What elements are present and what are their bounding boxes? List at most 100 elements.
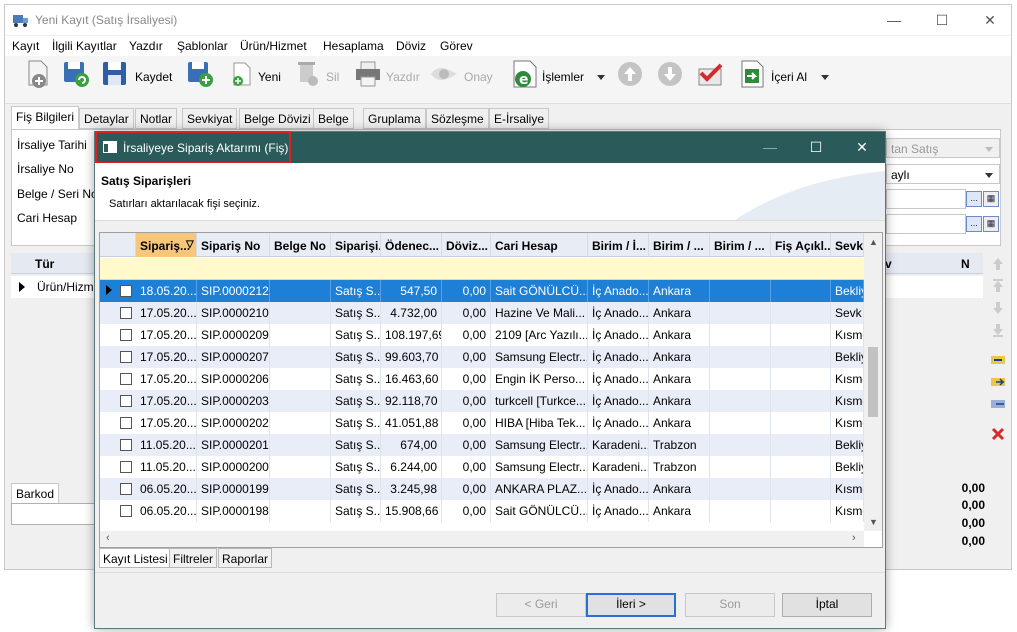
move-bottom-icon[interactable] bbox=[990, 322, 1006, 338]
table-cell[interactable]: Satış S... bbox=[331, 412, 381, 434]
table-cell[interactable] bbox=[771, 500, 831, 522]
table-cell[interactable] bbox=[270, 500, 331, 522]
table-cell[interactable]: Ankara bbox=[649, 324, 710, 346]
tab-filtreler[interactable]: Filtreler bbox=[169, 548, 218, 568]
arrow-down-icon[interactable] bbox=[655, 59, 685, 89]
table-cell[interactable]: 17.05.20... bbox=[136, 412, 197, 434]
menu-ilgili-kayitlar[interactable]: İlgili Kayıtlar bbox=[52, 39, 117, 53]
calendar-icon[interactable]: ▦ bbox=[983, 191, 999, 207]
add-doc-icon[interactable] bbox=[23, 59, 53, 89]
table-cell[interactable]: Kısme bbox=[831, 478, 864, 500]
col-sevk[interactable]: Sevk bbox=[831, 233, 864, 257]
table-cell[interactable]: 0,00 bbox=[442, 434, 491, 456]
save-add-icon[interactable] bbox=[185, 59, 215, 89]
table-cell[interactable]: Satış S... bbox=[331, 390, 381, 412]
col-siparis-turu[interactable]: Siparişi... bbox=[331, 233, 381, 257]
kaydet-label[interactable]: Kaydet bbox=[135, 70, 172, 84]
table-cell[interactable]: 06.05.20... bbox=[136, 478, 197, 500]
table-cell[interactable]: SIP.0000200 bbox=[197, 456, 270, 478]
islemler-label[interactable]: İşlemler bbox=[542, 70, 584, 84]
detail-row-type[interactable]: Ürün/Hizm bbox=[37, 280, 94, 294]
e-document-icon[interactable]: e bbox=[510, 59, 540, 89]
table-cell[interactable]: Satış S... bbox=[331, 456, 381, 478]
menu-kayit[interactable]: Kayıt bbox=[12, 39, 39, 53]
scroll-right-icon[interactable]: › bbox=[852, 532, 856, 544]
table-row[interactable]: 17.05.20... SIP.0000206 Satış S... 16.463,6… bbox=[100, 368, 864, 390]
table-cell[interactable] bbox=[771, 324, 831, 346]
tab-fis-bilgileri[interactable]: Fiş Bilgileri bbox=[11, 106, 80, 129]
minimize-button[interactable]: — bbox=[871, 5, 917, 35]
orders-vertical-scrollbar[interactable]: ▲ ▼ bbox=[864, 233, 882, 531]
next-button[interactable]: İleri > bbox=[586, 593, 676, 617]
table-cell[interactable] bbox=[771, 368, 831, 390]
table-cell[interactable]: 547,50 bbox=[381, 280, 442, 302]
col-birim-1[interactable]: Birim / İ... bbox=[588, 233, 649, 257]
table-cell[interactable]: SIP.0000206 bbox=[197, 368, 270, 390]
table-cell[interactable]: 0,00 bbox=[442, 280, 491, 302]
table-cell[interactable]: Satış S... bbox=[331, 302, 381, 324]
tab-kayit-listesi[interactable]: Kayıt Listesi bbox=[99, 548, 172, 568]
islemler-dropdown-icon[interactable] bbox=[597, 75, 605, 80]
table-cell[interactable] bbox=[710, 434, 771, 456]
dialog-maximize-button[interactable]: ☐ bbox=[793, 132, 839, 163]
table-cell[interactable] bbox=[710, 368, 771, 390]
table-cell[interactable]: Samsung Electr... bbox=[491, 434, 588, 456]
close-button[interactable]: ✕ bbox=[967, 5, 1011, 35]
col-siparis-no[interactable]: Sipariş No bbox=[197, 233, 270, 257]
table-cell[interactable]: Samsung Electr... bbox=[491, 346, 588, 368]
table-cell[interactable]: SIP.0000212 bbox=[197, 280, 270, 302]
table-row[interactable]: 11.05.20... SIP.0000201 Satış S... 674,00 0,… bbox=[100, 434, 864, 456]
table-row[interactable]: 18.05.20... SIP.0000212 Satış S... 547,50 0,… bbox=[100, 280, 864, 302]
table-cell[interactable]: SIP.0000210 bbox=[197, 302, 270, 324]
col-belge-no[interactable]: Belge No bbox=[270, 233, 331, 257]
row-checkbox[interactable] bbox=[120, 285, 132, 297]
new-doc-icon[interactable] bbox=[227, 59, 257, 89]
table-cell[interactable]: SIP.0000203 bbox=[197, 390, 270, 412]
table-cell[interactable]: SIP.0000202 bbox=[197, 412, 270, 434]
n-column-header[interactable]: N bbox=[961, 257, 970, 271]
ellipsis-button[interactable]: ... bbox=[966, 191, 982, 207]
payment-type-select[interactable]: aylı bbox=[886, 164, 1000, 184]
maximize-button[interactable]: ☐ bbox=[919, 5, 965, 35]
table-cell[interactable]: 108.197,69 bbox=[381, 324, 442, 346]
table-cell[interactable]: 06.05.20... bbox=[136, 500, 197, 522]
scroll-down-icon[interactable]: ▼ bbox=[869, 517, 878, 527]
table-cell[interactable]: Ankara bbox=[649, 390, 710, 412]
table-cell[interactable]: Kısme bbox=[831, 412, 864, 434]
table-cell[interactable] bbox=[771, 412, 831, 434]
move-up-icon[interactable] bbox=[990, 256, 1006, 272]
move-down-icon[interactable] bbox=[990, 300, 1006, 316]
table-cell[interactable]: İç Anado... bbox=[588, 346, 649, 368]
table-cell[interactable]: Bekliy bbox=[831, 434, 864, 456]
menu-doviz[interactable]: Döviz bbox=[396, 39, 426, 53]
table-cell[interactable] bbox=[771, 280, 831, 302]
insert-row-icon[interactable] bbox=[990, 352, 1006, 368]
dialog-close-button[interactable]: ✕ bbox=[839, 132, 885, 163]
table-cell[interactable]: Satış S... bbox=[331, 478, 381, 500]
table-cell[interactable]: Bekliy bbox=[831, 346, 864, 368]
table-cell[interactable] bbox=[771, 456, 831, 478]
table-cell[interactable]: 15.908,66 bbox=[381, 500, 442, 522]
table-cell[interactable] bbox=[270, 412, 331, 434]
table-cell[interactable] bbox=[270, 390, 331, 412]
table-cell[interactable] bbox=[710, 500, 771, 522]
tab-e-irsaliye[interactable]: E-İrsaliye bbox=[489, 108, 550, 129]
table-cell[interactable]: ANKARA PLAZ... bbox=[491, 478, 588, 500]
table-cell[interactable]: Sevk C bbox=[831, 302, 864, 324]
menu-sablonlar[interactable]: Şablonlar bbox=[177, 39, 228, 53]
scroll-up-icon[interactable]: ▲ bbox=[869, 237, 878, 247]
v-column-header[interactable]: v bbox=[885, 257, 892, 271]
table-cell[interactable]: İç Anado... bbox=[588, 324, 649, 346]
table-cell[interactable]: Trabzon bbox=[649, 456, 710, 478]
table-cell[interactable]: 99.603,70 bbox=[381, 346, 442, 368]
table-cell[interactable]: 0,00 bbox=[442, 478, 491, 500]
table-cell[interactable] bbox=[270, 434, 331, 456]
menu-yazdir[interactable]: Yazdır bbox=[129, 39, 163, 53]
table-cell[interactable]: HIBA [Hiba Tek... bbox=[491, 412, 588, 434]
table-cell[interactable]: 17.05.20... bbox=[136, 390, 197, 412]
table-cell[interactable]: Satış S... bbox=[331, 280, 381, 302]
table-cell[interactable]: Bekliy bbox=[831, 456, 864, 478]
table-cell[interactable]: 18.05.20... bbox=[136, 280, 197, 302]
table-cell[interactable]: 674,00 bbox=[381, 434, 442, 456]
table-cell[interactable]: 11.05.20... bbox=[136, 456, 197, 478]
